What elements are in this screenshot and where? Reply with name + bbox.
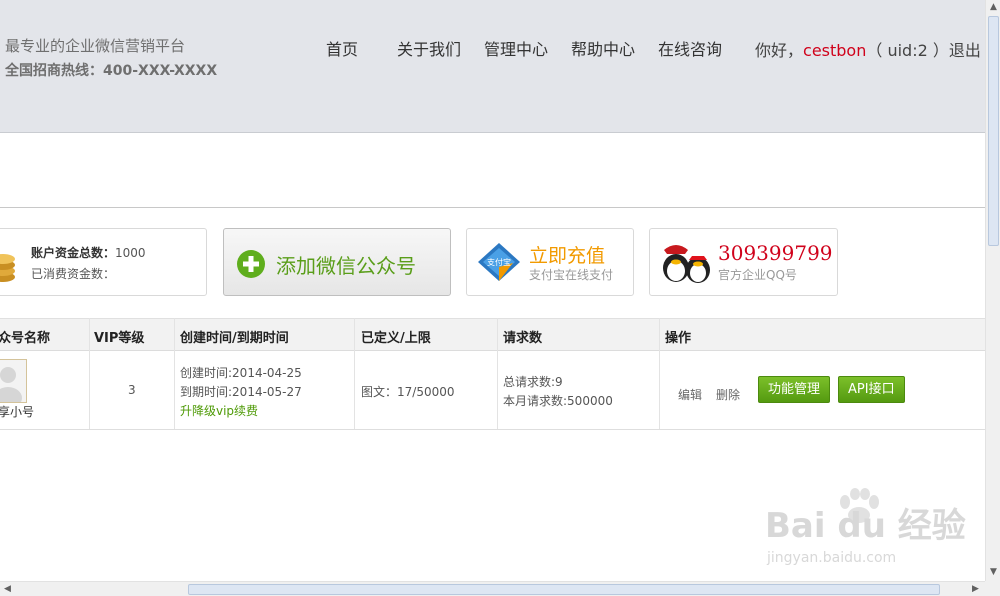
divider <box>0 207 985 208</box>
monthly-requests: 本月请求数:500000 <box>503 394 613 408</box>
balance-total: 账户资金总数：1000 <box>31 244 146 261</box>
add-account-label: 添加微信公众号 <box>276 254 416 278</box>
scroll-left-icon[interactable]: ◀ <box>0 582 15 596</box>
edit-link[interactable]: 编辑 <box>678 386 702 403</box>
col-defined-limit: 已定义/上限 <box>361 331 431 346</box>
greeting-prefix: 你好， <box>755 41 804 60</box>
user-greeting: 你好，cestbon（ uid:2 ）退出 <box>755 37 981 61</box>
vip-level: 3 <box>128 383 136 397</box>
vertical-scrollbar[interactable]: ▲ ▼ <box>985 0 1000 581</box>
qq-number[interactable]: 309399799 <box>718 241 833 265</box>
nav-management[interactable]: 管理中心 <box>484 36 548 60</box>
table-header: 众号名称 VIP等级 创建时间/到期时间 已定义/上限 请求数 操作 <box>0 318 985 351</box>
nav-consult[interactable]: 在线咨询 <box>658 36 722 60</box>
qq-penguin-icon <box>663 245 710 283</box>
total-requests: 总请求数:9 <box>503 375 563 389</box>
scroll-down-icon[interactable]: ▼ <box>986 565 1000 580</box>
expire-date: 到期时间:2014-05-27 <box>180 385 302 399</box>
col-account-name: 众号名称 <box>0 331 51 346</box>
account-avatar <box>0 359 27 409</box>
balance-total-label: 账户资金总数： <box>31 246 116 260</box>
horizontal-scrollbar[interactable]: ◀ ▶ <box>0 581 985 596</box>
scrollbar-corner <box>985 581 1000 596</box>
watermark-url: jingyan.baidu.com <box>767 550 897 566</box>
defined-limit: 图文：17/50000 <box>361 385 455 399</box>
coins-icon <box>0 254 15 282</box>
function-manage-button[interactable]: 功能管理 <box>758 376 831 403</box>
horizontal-scroll-thumb[interactable] <box>188 584 940 595</box>
table-row: 享小号 3 创建时间:2014-04-25 到期时间:2014-05-27 升降… <box>0 351 985 430</box>
recharge-subtitle: 支付宝在线支付 <box>529 268 614 282</box>
scroll-right-icon[interactable]: ▶ <box>968 582 983 596</box>
alipay-badge-text: 支付宝 <box>487 257 511 267</box>
avatar-placeholder-icon <box>0 367 22 409</box>
scroll-up-icon[interactable]: ▲ <box>986 0 1000 15</box>
uid-text: （ uid:2 ） <box>866 41 949 60</box>
col-requests: 请求数 <box>503 331 543 346</box>
account-name[interactable]: 享小号 <box>0 403 34 420</box>
add-wechat-account-button[interactable]: 添加微信公众号 <box>223 228 451 296</box>
site-header: 最专业的企业微信营销平台 全国招商热线：400-XXX-XXXX 首页 关于我们… <box>0 0 985 133</box>
api-interface-button[interactable]: API接口 <box>838 376 905 403</box>
qq-card[interactable]: 309399799 官方企业QQ号 <box>649 228 838 296</box>
balance-card: 账户资金总数：1000 已消费资金数： <box>0 228 207 296</box>
balance-total-value: 1000 <box>115 246 146 260</box>
alipay-icon: 支付宝 <box>478 243 520 281</box>
created-date: 创建时间:2014-04-25 <box>180 366 302 380</box>
watermark-brand: Bai du 经验 <box>765 506 966 546</box>
nav-home[interactable]: 首页 <box>326 36 358 60</box>
upgrade-vip-link[interactable]: 升降级vip续费 <box>180 402 258 419</box>
hotline: 全国招商热线：400-XXX-XXXX <box>5 63 218 79</box>
col-vip-level: VIP等级 <box>94 331 145 346</box>
recharge-card[interactable]: 支付宝 立即充值 支付宝在线支付 <box>466 228 634 296</box>
col-actions: 操作 <box>665 331 692 346</box>
plus-circle-icon <box>237 250 265 278</box>
nav-about[interactable]: 关于我们 <box>397 36 461 60</box>
delete-link[interactable]: 删除 <box>716 386 740 403</box>
site-slogan: 最专业的企业微信营销平台 <box>5 37 186 55</box>
nav-help[interactable]: 帮助中心 <box>571 36 635 60</box>
username[interactable]: cestbon <box>803 41 866 60</box>
vertical-scroll-thumb[interactable] <box>988 16 999 246</box>
page: { "header": { "slogan": "最专业的企业微信营销平台", … <box>0 0 1000 596</box>
qq-subtitle: 官方企业QQ号 <box>718 268 797 282</box>
balance-spent-label: 已消费资金数： <box>31 267 116 281</box>
baidu-jingyan-watermark: Bai du 经验 jingyan.baidu.com <box>765 488 966 578</box>
col-created-expires: 创建时间/到期时间 <box>180 331 289 346</box>
recharge-title: 立即充值 <box>529 245 606 267</box>
logout-link[interactable]: 退出 <box>949 41 981 60</box>
